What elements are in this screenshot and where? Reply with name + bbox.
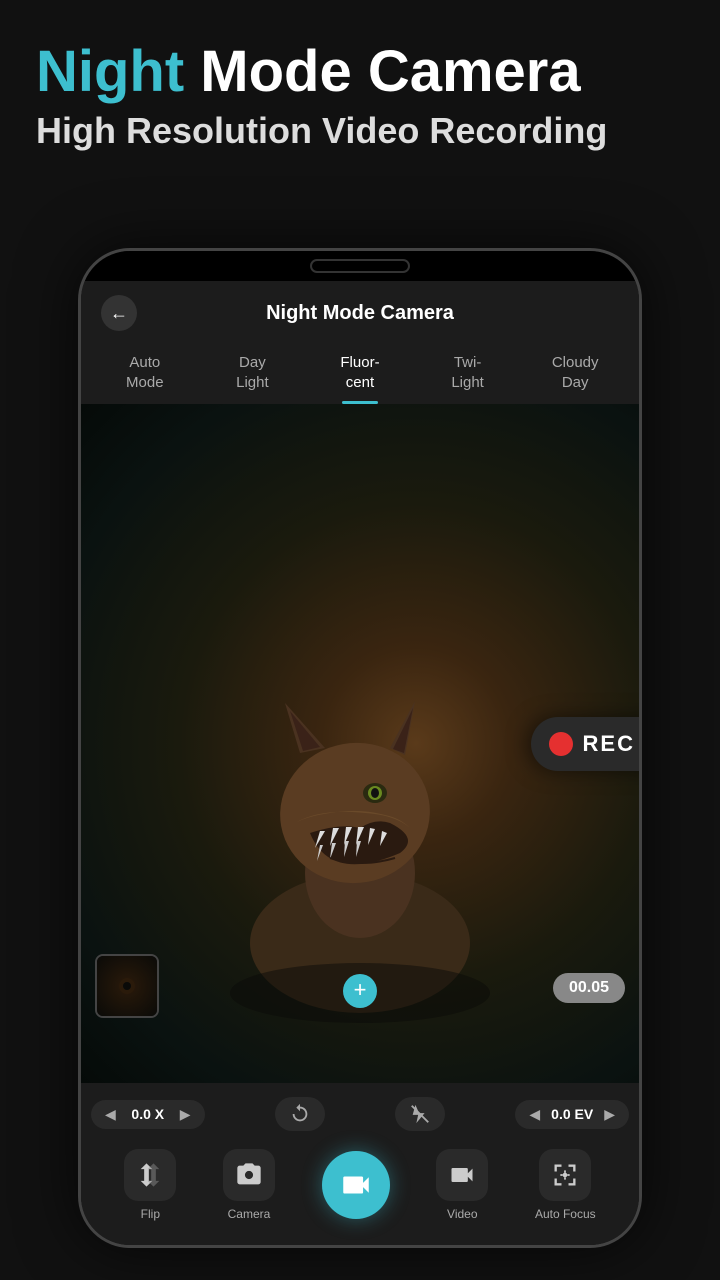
video-icon-container — [436, 1149, 488, 1201]
camera-icon — [235, 1161, 263, 1189]
video-icon — [448, 1161, 476, 1189]
flash-icon — [409, 1103, 431, 1125]
thumb-image-icon — [115, 974, 139, 998]
autofocus-icon-container — [539, 1149, 591, 1201]
flip-label: Flip — [141, 1207, 160, 1221]
notch-pill — [310, 259, 410, 273]
controls-area: ◀ 0.0 X ▶ — [81, 1083, 639, 1245]
thumb-bg — [97, 956, 157, 1016]
video-label: Video — [447, 1207, 477, 1221]
zoom-value: 0.0 X — [124, 1106, 172, 1122]
rotate-button[interactable] — [275, 1097, 325, 1131]
ev-control: ◀ 0.0 EV ▶ — [515, 1100, 629, 1129]
ev-increase[interactable]: ▶ — [604, 1106, 615, 1123]
zoom-increase[interactable]: ▶ — [180, 1106, 191, 1123]
app-title: Night Mode Camera — [36, 40, 684, 104]
ev-decrease[interactable]: ◀ — [529, 1106, 540, 1123]
camera-header: ← Night Mode Camera — [81, 281, 639, 341]
tab-fluorescent[interactable]: Fluor-cent — [306, 345, 414, 404]
control-row: ◀ 0.0 X ▶ — [91, 1097, 629, 1131]
app-header: Night Mode Camera High Resolution Video … — [0, 0, 720, 172]
camera-viewfinder: REC 00.05 + — [81, 404, 639, 1083]
back-button[interactable]: ← — [101, 295, 137, 331]
flash-button[interactable] — [395, 1097, 445, 1131]
mode-tabs: AutoMode DayLight Fluor-cent Twi-Light C… — [81, 341, 639, 404]
flip-button[interactable]: Flip — [124, 1149, 176, 1221]
camera-photo-button[interactable]: Camera — [223, 1149, 275, 1221]
zoom-control: ◀ 0.0 X ▶ — [91, 1100, 205, 1129]
title-night: Night — [36, 39, 184, 104]
tab-cloudy-day[interactable]: CloudyDay — [521, 345, 629, 404]
timer-badge: 00.05 — [553, 973, 625, 1003]
add-clip-button[interactable]: + — [343, 974, 377, 1008]
flip-icon-container — [124, 1149, 176, 1201]
refresh-icon — [289, 1103, 311, 1125]
phone-inner: ← Night Mode Camera AutoMode DayLight Fl… — [81, 281, 639, 1245]
autofocus-icon — [551, 1161, 579, 1189]
phone-mockup: ← Night Mode Camera AutoMode DayLight Fl… — [78, 248, 642, 1248]
video-thumbnail[interactable] — [95, 954, 159, 1018]
app-subtitle: High Resolution Video Recording — [36, 110, 684, 152]
video-button[interactable]: Video — [436, 1149, 488, 1221]
rec-button[interactable]: REC — [531, 717, 639, 771]
tab-day-light[interactable]: DayLight — [199, 345, 307, 404]
autofocus-label: Auto Focus — [535, 1207, 596, 1221]
rec-indicator — [549, 732, 573, 756]
tab-auto-mode[interactable]: AutoMode — [91, 345, 199, 404]
zoom-decrease[interactable]: ◀ — [105, 1106, 116, 1123]
camera-title: Night Mode Camera — [137, 302, 583, 325]
autofocus-button[interactable]: Auto Focus — [535, 1149, 596, 1221]
camera-label: Camera — [228, 1207, 271, 1221]
ev-value: 0.0 EV — [548, 1106, 596, 1122]
record-video-icon — [339, 1168, 373, 1202]
back-arrow-icon: ← — [110, 304, 128, 322]
tab-twilight[interactable]: Twi-Light — [414, 345, 522, 404]
flip-icon — [136, 1161, 164, 1189]
wolf-image — [200, 683, 520, 1023]
record-button[interactable] — [322, 1151, 390, 1219]
plus-icon: + — [354, 979, 367, 1001]
rec-label: REC — [583, 731, 635, 757]
phone-notch — [81, 251, 639, 281]
title-rest: Mode Camera — [184, 39, 580, 104]
camera-icon-container — [223, 1149, 275, 1201]
camera-action-buttons: Flip Camera — [91, 1143, 629, 1235]
